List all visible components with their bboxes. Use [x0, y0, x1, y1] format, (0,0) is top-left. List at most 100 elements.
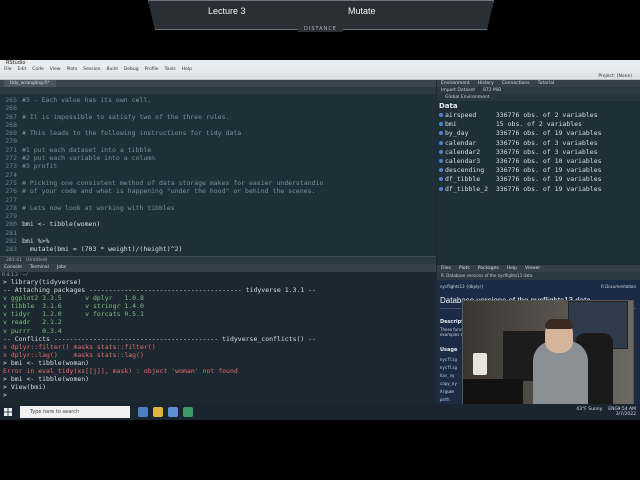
env-row[interactable]: bmi 15 obs. of 2 variables: [439, 120, 639, 129]
line-number: 267: [5, 112, 17, 121]
tab-connections[interactable]: Connections: [502, 80, 530, 87]
editor-tab[interactable]: tidy_wrangling.R*: [4, 80, 56, 87]
console-tabs: Console Terminal Jobs: [0, 264, 436, 272]
clock[interactable]: 9:54 AM 3/7/2022: [616, 407, 636, 417]
rstudio-taskbar-icon[interactable]: [183, 407, 193, 417]
expand-icon[interactable]: [439, 186, 443, 191]
code-line: 283 mutate(bmi = (703 * weight)/(height)…: [0, 245, 436, 253]
tab-packages[interactable]: Packages: [478, 265, 499, 272]
code-line: 281: [0, 229, 436, 237]
console-line: v ggplot2 3.3.5 v dplyr 1.0.8: [3, 294, 144, 303]
line-number: 279: [5, 212, 17, 221]
env-row[interactable]: df_tibble_2 336776 obs. of 19 variables: [439, 185, 639, 194]
code-line: 275 # Picking one consistent method of da…: [0, 179, 436, 187]
line-code: # of your code and what is happening "un…: [22, 187, 316, 196]
environment-toolbar: Import Dataset 872 MiB: [437, 87, 640, 94]
line-number: 280: [5, 220, 17, 229]
expand-icon[interactable]: [439, 113, 443, 117]
line-number: 281: [5, 228, 17, 237]
line-code: #3 profit: [22, 162, 58, 171]
env-row[interactable]: calendar 336776 obs. of 3 variables: [439, 139, 639, 148]
env-toolbar-item[interactable]: Import Dataset: [441, 87, 475, 94]
tab-plots[interactable]: Plots: [459, 265, 470, 272]
expand-icon[interactable]: [439, 140, 443, 145]
help-fragment: path: [440, 397, 450, 402]
code-line: 272 #2 put each variable into a column: [0, 154, 436, 162]
env-row[interactable]: airspeed 336776 obs. of 2 variables: [439, 111, 639, 120]
env-var-desc: 336776 obs. of 2 variables: [495, 111, 598, 119]
editor-tabs: tidy_wrangling.R*: [0, 80, 436, 87]
line-code: bmi <- tibble(women): [22, 220, 101, 229]
code-line: 269 # This leads to the following instruc…: [0, 129, 436, 137]
tab-environment[interactable]: Environment: [441, 80, 470, 87]
line-number: 266: [5, 104, 17, 113]
line-code: # Picking one consistent method of data …: [22, 178, 324, 187]
scope-label[interactable]: (Untitled): [26, 258, 47, 263]
env-row[interactable]: by_day 336776 obs. of 19 variables: [439, 129, 639, 138]
console-line: v tidyr 1.2.0 v forcats 0.5.1: [3, 310, 144, 319]
console-line: -- Attaching packages ------------------…: [3, 286, 317, 295]
screen: RStudio File Edit Code View Plots Session Buil…: [0, 60, 640, 420]
console-output[interactable]: > library(tidyverse) -- Attaching package…: [3, 278, 433, 399]
banner-sub: DISTANCE: [298, 26, 343, 32]
global-environment-select[interactable]: Global Environment: [437, 94, 640, 101]
env-var-name: descending: [445, 166, 496, 175]
editor-status: 283:41 (Untitled): [0, 256, 436, 264]
help-fragment: nycflig: [440, 357, 457, 362]
tray-item[interactable]: 43°F Sunny: [576, 407, 602, 412]
tab-terminal[interactable]: Terminal: [30, 264, 49, 272]
lecture-title: Lecture 3: [208, 6, 246, 16]
code-line: 266: [0, 104, 436, 112]
code-line: 277: [0, 196, 436, 204]
line-number: 283: [5, 245, 17, 254]
console-line: > bmi <- tibble(woman): [3, 358, 90, 367]
expand-icon[interactable]: [439, 168, 443, 173]
expand-icon[interactable]: [439, 158, 443, 163]
presenter-hair: [545, 319, 573, 329]
code-line: 274: [0, 171, 436, 179]
tab-jobs[interactable]: Jobs: [57, 264, 66, 272]
browser-icon[interactable]: [168, 407, 178, 417]
env-var-name: calendar: [445, 138, 496, 147]
line-code: mutate(bmi = (703 * weight)/(height)^2): [22, 245, 183, 254]
env-row[interactable]: calendar3 336776 obs. of 10 variables: [439, 157, 639, 166]
tab-console[interactable]: Console: [4, 264, 22, 272]
source-editor: tidy_wrangling.R* 265 #3 - Each value has…: [0, 80, 436, 264]
taskbar-search[interactable]: Type here to search: [20, 406, 130, 418]
env-var-name: by_day: [445, 129, 496, 138]
line-code: #3 - Each value has its own cell.: [22, 96, 152, 104]
tab-help[interactable]: Help: [507, 265, 517, 272]
help-tabs: Files Plots Packages Help Viewer: [437, 265, 640, 272]
env-row[interactable]: calendar2 336776 obs. of 3 variables: [439, 148, 639, 157]
code-line: 280 bmi <- tibble(women): [0, 220, 436, 228]
windows-taskbar: Type here to search 43°F Sunny ENG 9:54 A…: [0, 404, 640, 420]
project-label[interactable]: Project: (None): [598, 73, 632, 80]
env-var-desc: 336776 obs. of 19 variables: [495, 175, 602, 184]
tab-tutorial[interactable]: Tutorial: [538, 80, 555, 87]
help-toolbar[interactable]: R: Database versions of the nycflights13…: [437, 272, 640, 280]
file-explorer-icon[interactable]: [153, 407, 163, 417]
help-fragment: has_ny: [440, 373, 455, 378]
code-line: 276 # of your code and what is happening …: [0, 187, 436, 195]
windows-start-icon[interactable]: [4, 408, 12, 416]
tab-viewer[interactable]: Viewer: [525, 265, 540, 272]
code-lines[interactable]: 265 #3 - Each value has its own cell. 266 2…: [0, 96, 436, 254]
env-toolbar-item[interactable]: 872 MiB: [483, 87, 501, 94]
tab-files[interactable]: Files: [441, 265, 451, 272]
expand-icon[interactable]: [439, 149, 443, 154]
tab-history[interactable]: History: [478, 80, 494, 87]
expand-icon[interactable]: [439, 177, 443, 182]
line-number: 274: [5, 170, 17, 179]
env-row[interactable]: df_tibble 336776 obs. of 19 variables: [439, 175, 639, 184]
expand-icon[interactable]: [439, 131, 443, 136]
data-heading: Data: [439, 102, 458, 110]
line-number: 282: [5, 237, 17, 246]
env-row[interactable]: descending 336776 obs. of 19 variables: [439, 166, 639, 175]
expand-icon[interactable]: [439, 122, 443, 127]
task-view-icon[interactable]: [138, 407, 148, 417]
line-number: 270: [5, 137, 17, 146]
env-var-name: airspeed: [445, 111, 496, 119]
env-var-name: df_tibble_2: [445, 184, 496, 193]
code-line: 282 bmi %>%: [0, 237, 436, 245]
line-code: # It is impossible to satisfy two of the…: [22, 112, 230, 121]
